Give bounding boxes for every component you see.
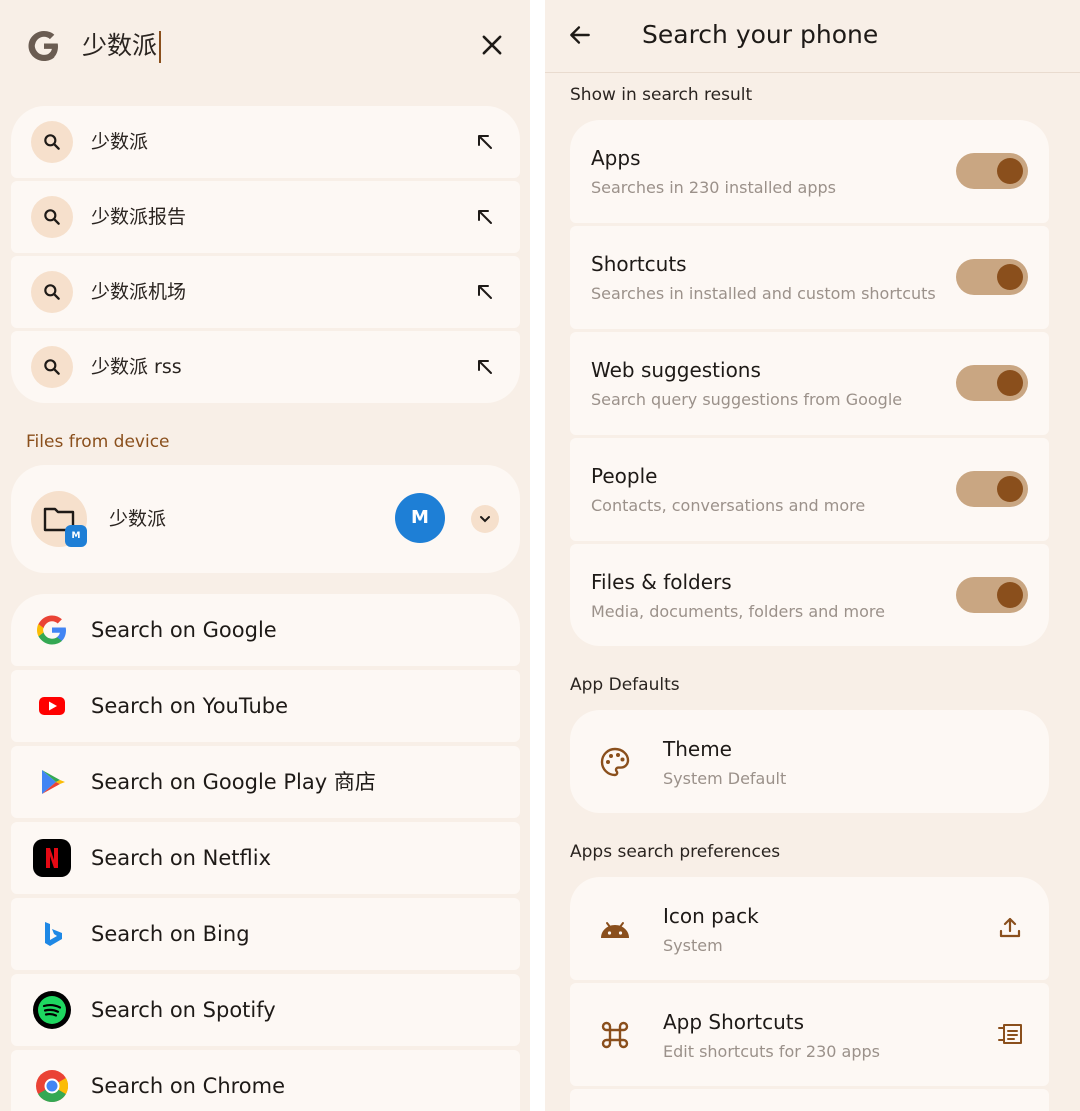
theme-setting-row[interactable]: Theme System Default bbox=[570, 710, 1049, 813]
upload-icon[interactable] bbox=[996, 914, 1024, 942]
top-app-bar: Search your phone bbox=[545, 0, 1080, 73]
search-netflix-label: Search on Netflix bbox=[91, 846, 272, 870]
setting-title: Theme bbox=[663, 737, 732, 761]
fill-query-arrow-icon[interactable] bbox=[473, 205, 497, 229]
web-suggestions-toggle-row[interactable]: Web suggestions Search query suggestions… bbox=[570, 332, 1049, 435]
expand-chevron-icon[interactable] bbox=[471, 505, 499, 533]
search-icon bbox=[31, 346, 73, 388]
setting-title: App Shortcuts bbox=[663, 1010, 805, 1034]
setting-title: Icon pack bbox=[663, 904, 759, 928]
setting-subtitle: Edit shortcuts for 230 apps bbox=[663, 1042, 880, 1061]
setting-title: Files & folders bbox=[591, 570, 732, 594]
fill-query-arrow-icon[interactable] bbox=[473, 130, 497, 154]
search-icon bbox=[31, 271, 73, 313]
setting-title: Shortcuts bbox=[591, 252, 687, 276]
search-icon bbox=[31, 196, 73, 238]
files-section-header: Files from device bbox=[26, 432, 170, 452]
fill-query-arrow-icon[interactable] bbox=[473, 355, 497, 379]
apps-search-preferences-header: Apps search preferences bbox=[570, 842, 781, 862]
google-icon bbox=[37, 615, 66, 645]
search-chrome-label: Search on Chrome bbox=[91, 1074, 286, 1098]
suggestion-item[interactable]: 少数派 bbox=[11, 106, 520, 178]
suggestion-item[interactable]: 少数派报告 bbox=[11, 181, 520, 253]
search-google-play-label: Search on Google Play 商店 bbox=[91, 770, 376, 794]
panel-divider bbox=[530, 0, 545, 1111]
back-arrow-icon[interactable] bbox=[567, 22, 593, 48]
search-google-row[interactable]: Search on Google bbox=[11, 594, 520, 666]
bing-icon bbox=[45, 922, 62, 946]
files-folders-toggle-row[interactable]: Files & folders Media, documents, folder… bbox=[570, 544, 1049, 646]
files-folders-switch[interactable] bbox=[956, 577, 1028, 613]
page-title: Search your phone bbox=[642, 20, 879, 49]
search-google-label: Search on Google bbox=[91, 618, 277, 642]
setting-subtitle: System bbox=[663, 936, 723, 955]
search-bing-label: Search on Bing bbox=[91, 922, 250, 946]
switch-thumb bbox=[997, 370, 1023, 396]
suggestion-text: 少数派机场 bbox=[91, 281, 187, 303]
people-toggle-row[interactable]: People Contacts, conversations and more bbox=[570, 438, 1049, 541]
search-youtube-label: Search on YouTube bbox=[91, 694, 289, 718]
setting-subtitle: Search query suggestions from Google bbox=[591, 390, 903, 409]
app-badge-icon: M bbox=[65, 525, 87, 547]
file-result-item[interactable]: M 少数派 M bbox=[11, 465, 520, 573]
people-switch[interactable] bbox=[956, 471, 1028, 507]
suggestion-item[interactable]: 少数派 rss bbox=[11, 331, 520, 403]
text-caret bbox=[159, 31, 162, 63]
edit-list-icon[interactable] bbox=[996, 1020, 1024, 1048]
setting-subtitle: Searches in 230 installed apps bbox=[591, 178, 836, 197]
netflix-icon bbox=[33, 839, 71, 877]
switch-thumb bbox=[997, 264, 1023, 290]
switch-thumb bbox=[997, 158, 1023, 184]
apps-switch[interactable] bbox=[956, 153, 1028, 189]
setting-title: Web suggestions bbox=[591, 358, 761, 382]
app-defaults-header: App Defaults bbox=[570, 675, 680, 695]
open-with-app-icon[interactable]: M bbox=[395, 493, 445, 543]
setting-subtitle: Media, documents, folders and more bbox=[591, 602, 885, 621]
setting-subtitle: Contacts, conversations and more bbox=[591, 496, 866, 515]
fill-query-arrow-icon[interactable] bbox=[473, 280, 497, 304]
search-chrome-row[interactable]: Search on Chrome bbox=[11, 1050, 520, 1111]
show-in-results-header: Show in search result bbox=[570, 85, 753, 105]
file-name: 少数派 bbox=[109, 508, 167, 530]
shortcuts-switch[interactable] bbox=[956, 259, 1028, 295]
suggestion-item[interactable]: 少数派机场 bbox=[11, 256, 520, 328]
search-query-text: 少数派 bbox=[82, 31, 158, 60]
search-bing-row[interactable]: Search on Bing bbox=[11, 898, 520, 970]
spotify-icon bbox=[33, 991, 71, 1029]
youtube-icon bbox=[39, 697, 65, 715]
google-logo-icon[interactable] bbox=[26, 28, 62, 64]
search-panel: 少数派 少数派 少数派报告 少数派机场 少数派 rss Files from d… bbox=[0, 0, 530, 1111]
search-spotify-row[interactable]: Search on Spotify bbox=[11, 974, 520, 1046]
setting-title: Apps bbox=[591, 146, 641, 170]
apps-toggle-row[interactable]: Apps Searches in 230 installed apps bbox=[570, 120, 1049, 223]
close-icon[interactable] bbox=[478, 31, 506, 59]
app-shortcuts-row[interactable]: App Shortcuts Edit shortcuts for 230 app… bbox=[570, 983, 1049, 1086]
next-setting-row[interactable] bbox=[570, 1089, 1049, 1111]
shortcuts-toggle-row[interactable]: Shortcuts Searches in installed and cust… bbox=[570, 226, 1049, 329]
settings-panel: Search your phone Show in search result … bbox=[545, 0, 1080, 1111]
search-input[interactable]: 少数派 bbox=[82, 28, 162, 64]
setting-title: People bbox=[591, 464, 658, 488]
icon-pack-row[interactable]: Icon pack System bbox=[570, 877, 1049, 980]
chrome-icon bbox=[36, 1070, 69, 1102]
suggestion-text: 少数派 rss bbox=[91, 356, 182, 378]
setting-subtitle: Searches in installed and custom shortcu… bbox=[591, 284, 936, 303]
google-play-icon bbox=[42, 770, 65, 794]
android-icon bbox=[601, 922, 629, 938]
search-netflix-row[interactable]: Search on Netflix bbox=[11, 822, 520, 894]
suggestion-text: 少数派报告 bbox=[91, 206, 187, 228]
command-icon bbox=[601, 1021, 629, 1049]
switch-thumb bbox=[997, 582, 1023, 608]
setting-subtitle: System Default bbox=[663, 769, 787, 788]
suggestion-text: 少数派 bbox=[91, 131, 149, 153]
switch-thumb bbox=[997, 476, 1023, 502]
palette-icon bbox=[600, 747, 630, 777]
search-youtube-row[interactable]: Search on YouTube bbox=[11, 670, 520, 742]
search-icon bbox=[31, 121, 73, 163]
search-spotify-label: Search on Spotify bbox=[91, 998, 276, 1022]
search-google-play-row[interactable]: Search on Google Play 商店 bbox=[11, 746, 520, 818]
web-suggestions-switch[interactable] bbox=[956, 365, 1028, 401]
